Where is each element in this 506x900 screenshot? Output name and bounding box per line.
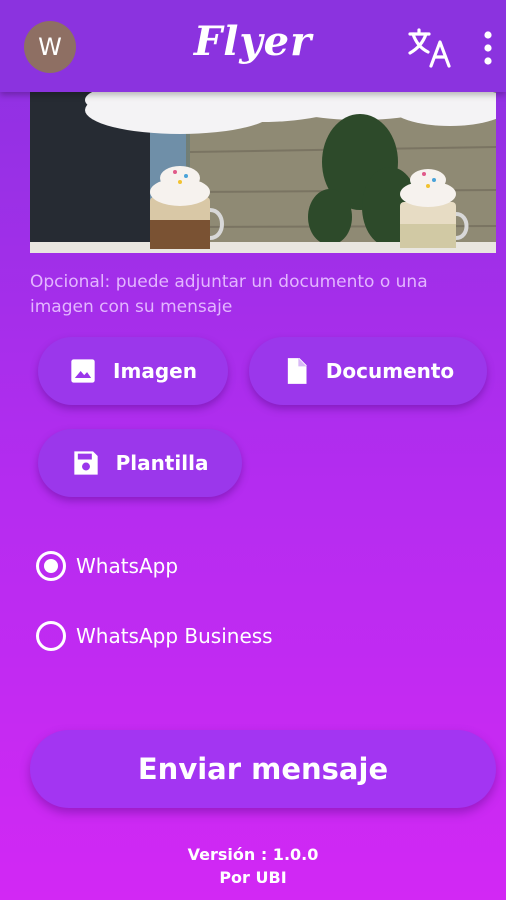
image-button[interactable]: Imagen [38, 337, 228, 405]
send-message-button[interactable]: Enviar mensaje [30, 730, 496, 808]
app-bar: W Flyer [0, 0, 506, 92]
radio-whatsapp-business[interactable]: WhatsApp Business [36, 618, 273, 654]
radio-whatsapp-business-label: WhatsApp Business [76, 624, 273, 648]
version-text: Versión : 1.0.0 [187, 845, 319, 864]
image-icon [71, 359, 95, 383]
author-text: Por UBI [219, 868, 287, 887]
document-button[interactable]: Documento [249, 337, 487, 405]
document-icon [287, 358, 307, 384]
translate-icon[interactable] [407, 26, 453, 70]
flyer-photo [30, 92, 496, 253]
template-button-label: Plantilla [115, 451, 209, 475]
save-icon [73, 451, 98, 475]
image-button-label: Imagen [113, 359, 197, 383]
radio-whatsapp[interactable]: WhatsApp [36, 548, 178, 584]
flyer-image [30, 92, 496, 253]
radio-unselected-indicator[interactable] [36, 621, 66, 651]
more-vert-icon[interactable] [476, 28, 500, 68]
document-button-label: Documento [325, 359, 455, 383]
radio-whatsapp-label: WhatsApp [76, 554, 179, 578]
attachment-hint: Opcional: puede adjuntar un documento o … [30, 272, 428, 317]
template-button[interactable]: Plantilla [38, 429, 242, 497]
radio-selected-indicator[interactable] [36, 551, 66, 581]
